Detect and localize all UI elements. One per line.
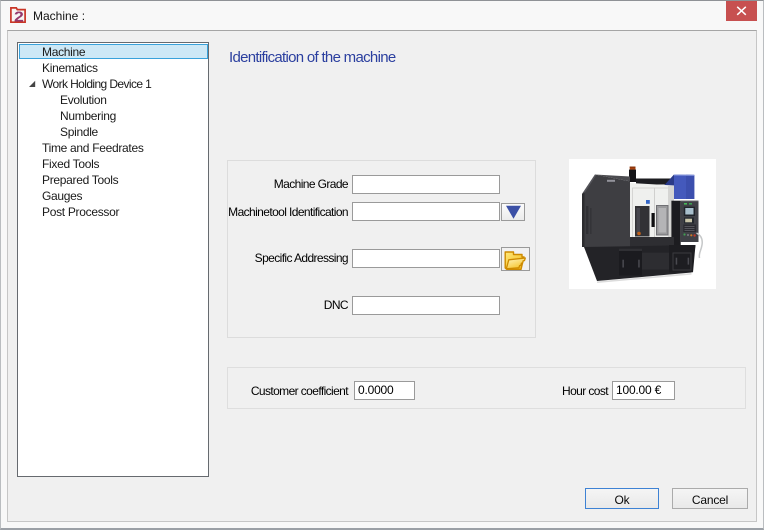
svg-text:2: 2 [14, 9, 24, 23]
